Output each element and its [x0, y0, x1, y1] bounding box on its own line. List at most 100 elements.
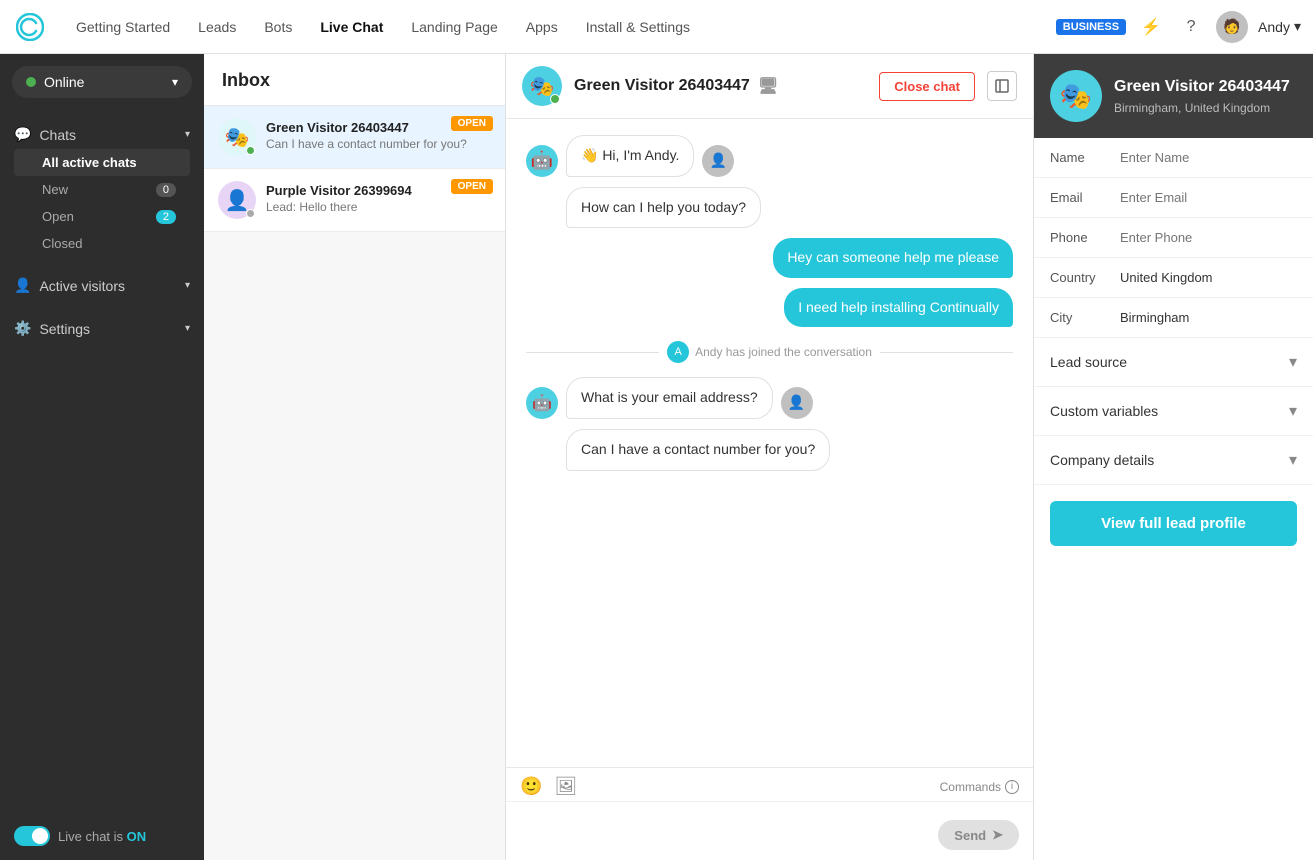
name-input[interactable] — [1120, 150, 1297, 165]
all-active-label: All active chats — [42, 155, 137, 170]
phone-input[interactable] — [1120, 230, 1297, 245]
open-label: Open — [42, 209, 74, 224]
chats-header[interactable]: 💬 Chats ▾ — [14, 120, 190, 149]
chat-main: 🎭 Green Visitor 26403447 🖥 Close chat — [506, 54, 1033, 860]
expand-button[interactable] — [987, 71, 1017, 101]
email-input[interactable] — [1120, 190, 1297, 205]
system-avatar: A — [667, 341, 689, 363]
name-label: Name — [1050, 150, 1108, 165]
chat-name-2: Purple Visitor 26399694 — [266, 183, 412, 198]
open-count: 2 — [156, 210, 176, 224]
logo[interactable] — [12, 9, 48, 45]
chats-label: Chats — [39, 127, 76, 143]
chat-item-1[interactable]: 🎭 OPEN Green Visitor 26403447 Now Can I … — [204, 106, 505, 169]
inbox-header: Inbox — [204, 54, 505, 106]
lead-location: Birmingham, United Kingdom — [1114, 101, 1290, 115]
live-chat-on-value: ON — [127, 829, 147, 844]
chat-info-1: OPEN Green Visitor 26403447 Now Can I ha… — [266, 118, 491, 151]
message-row-4: I need help installing Continually — [526, 288, 1013, 328]
new-count: 0 — [156, 183, 176, 197]
country-value: United Kingdom — [1120, 270, 1297, 285]
closed-label: Closed — [42, 236, 82, 251]
online-status-button[interactable]: Online ▾ — [12, 66, 192, 98]
custom-variables-label: Custom variables — [1050, 403, 1158, 419]
message-row-6: 🤖 What is your email address? 👤 — [526, 377, 1013, 419]
settings-label: Settings — [39, 321, 90, 337]
gear-icon: ⚙️ — [14, 320, 31, 337]
sidebar-bottom: Live chat is ON — [0, 812, 204, 860]
chat-header-info: Green Visitor 26403447 🖥 — [574, 76, 867, 96]
chat-info-2: OPEN Purple Visitor 26399694 5 min Lead:… — [266, 181, 491, 214]
country-label: Country — [1050, 270, 1108, 285]
user-name[interactable]: Andy ▾ — [1258, 18, 1301, 35]
open-badge-1: OPEN — [451, 116, 493, 131]
send-button[interactable]: Send ➤ — [938, 820, 1019, 850]
message-bubble-1: 👋 Hi, I'm Andy. — [566, 135, 694, 177]
chat-header-avatar: 🎭 — [522, 66, 562, 106]
emoji-icon[interactable]: 🙂 — [520, 776, 542, 797]
chat-header: 🎭 Green Visitor 26403447 🖥 Close chat — [506, 54, 1033, 119]
bot-avatar-1: 🤖 — [526, 145, 558, 177]
input-field-row: Send ➤ — [506, 802, 1033, 860]
city-label: City — [1050, 310, 1108, 325]
commands-button[interactable]: Commands i — [940, 780, 1019, 794]
input-icons: 🙂 🖼 — [520, 776, 577, 797]
online-indicator-1 — [246, 146, 255, 155]
company-details-section[interactable]: Company details ▾ — [1034, 436, 1313, 485]
nav-live-chat[interactable]: Live Chat — [308, 13, 395, 41]
chat-input-area: 🙂 🖼 Commands i Send ➤ — [506, 767, 1033, 860]
phone-field-row: Phone — [1034, 218, 1313, 258]
city-value: Birmingham — [1120, 310, 1297, 325]
user-chevron-icon: ▾ — [1294, 18, 1301, 35]
custom-variables-section[interactable]: Custom variables ▾ — [1034, 387, 1313, 436]
email-label: Email — [1050, 190, 1108, 205]
message-row-7: Can I have a contact number for you? — [526, 429, 1013, 471]
lead-source-section[interactable]: Lead source ▾ — [1034, 338, 1313, 387]
message-row-1: 🤖 👋 Hi, I'm Andy. 👤 — [526, 135, 1013, 177]
custom-variables-chevron-icon: ▾ — [1289, 401, 1297, 421]
nav-closed-item[interactable]: Closed — [14, 230, 190, 257]
main-layout: Online ▾ 💬 Chats ▾ All active chats New … — [0, 54, 1313, 860]
chat-item-2[interactable]: 👤 OPEN Purple Visitor 26399694 5 min Lea… — [204, 169, 505, 232]
nav-right: BUSINESS ⚡ ? 🧑 Andy ▾ — [1056, 11, 1301, 43]
commands-info-icon: i — [1005, 780, 1019, 794]
send-label: Send — [954, 828, 986, 843]
close-chat-button[interactable]: Close chat — [879, 72, 975, 101]
nav-getting-started[interactable]: Getting Started — [64, 13, 182, 41]
lead-source-chevron-icon: ▾ — [1289, 352, 1297, 372]
city-field-row: City Birmingham — [1034, 298, 1313, 338]
active-visitors-label: Active visitors — [39, 278, 125, 294]
chat-bubble-icon: 💬 — [14, 126, 31, 143]
nav-leads[interactable]: Leads — [186, 13, 248, 41]
help-icon[interactable]: ? — [1176, 12, 1206, 42]
lead-name: Green Visitor 26403447 — [1114, 77, 1290, 98]
active-visitors-header[interactable]: 👤 Active visitors ▾ — [14, 271, 190, 300]
settings-header[interactable]: ⚙️ Settings ▾ — [14, 314, 190, 343]
nav-bots[interactable]: Bots — [252, 13, 304, 41]
nav-apps[interactable]: Apps — [514, 13, 570, 41]
new-label: New — [42, 182, 68, 197]
nav-install-settings[interactable]: Install & Settings — [574, 13, 702, 41]
top-nav: Getting Started Leads Bots Live Chat Lan… — [0, 0, 1313, 54]
online-dot — [26, 77, 36, 87]
inbox-panel: Inbox 🎭 OPEN Green Visitor 26403447 Now — [204, 54, 506, 860]
nav-open-item[interactable]: Open 2 — [14, 203, 190, 230]
image-icon[interactable]: 🖼 — [554, 776, 577, 797]
nav-landing-page[interactable]: Landing Page — [399, 13, 509, 41]
lead-fields: Name Email Phone Country United Kingdom … — [1034, 138, 1313, 338]
message-input[interactable] — [520, 810, 930, 850]
user-avatar[interactable]: 🧑 — [1216, 11, 1248, 43]
view-full-lead-profile-button[interactable]: View full lead profile — [1050, 501, 1297, 546]
andy-avatar-6: 👤 — [781, 387, 813, 419]
chat-avatar-1: 🎭 — [218, 118, 256, 156]
andy-avatar-1: 👤 — [702, 145, 734, 177]
lightning-icon[interactable]: ⚡ — [1136, 12, 1166, 42]
live-chat-toggle[interactable] — [14, 826, 50, 846]
chat-preview-1: Can I have a contact number for you? — [266, 137, 491, 151]
sidebar: Online ▾ 💬 Chats ▾ All active chats New … — [0, 54, 204, 860]
all-active-chats-item[interactable]: All active chats — [14, 149, 190, 176]
right-panel: 🎭 Green Visitor 26403447 Birmingham, Uni… — [1033, 54, 1313, 860]
lead-source-label: Lead source — [1050, 354, 1127, 370]
message-bubble-2: How can I help you today? — [566, 187, 761, 229]
nav-new-item[interactable]: New 0 — [14, 176, 190, 203]
